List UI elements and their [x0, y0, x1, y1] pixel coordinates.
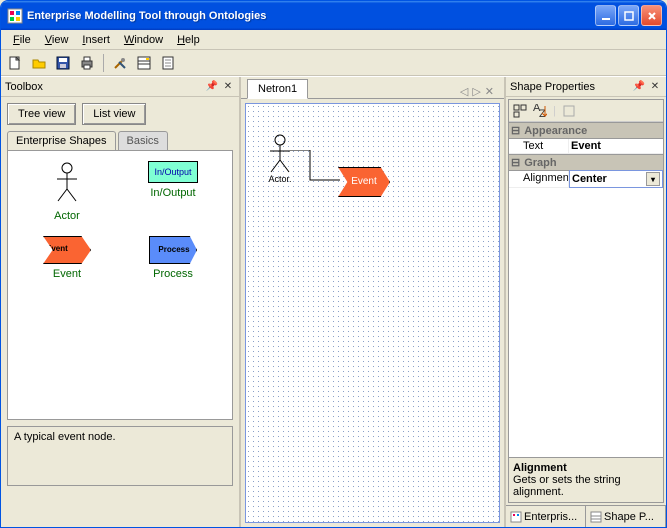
close-button[interactable] [641, 5, 662, 26]
pin-icon[interactable]: 📌 [205, 80, 219, 94]
bottom-tab-shape-label: Shape P... [604, 511, 654, 523]
dropdown-icon[interactable]: ▾ [646, 172, 660, 186]
document-tabs: Netron1 ◁ ▷ ✕ [241, 77, 504, 99]
alphabetical-icon[interactable]: AZ [533, 104, 547, 118]
tree-view-button[interactable]: Tree view [7, 103, 76, 125]
io-icon: In/Output [148, 161, 198, 183]
menu-bar: File View Insert Window Help [1, 30, 666, 50]
title-bar: Enterprise Modelling Tool through Ontolo… [1, 1, 666, 30]
menu-view[interactable]: View [39, 32, 75, 48]
menu-help[interactable]: Help [171, 32, 206, 48]
properties-header: Shape Properties 📌 ✕ [506, 77, 666, 97]
main-toolbar [1, 50, 666, 76]
palette-label-event: Event [18, 268, 116, 280]
property-grid: AZ | ⊟ Appearance Text Event ⊟ Graph [508, 99, 664, 503]
collapse-icon: ⊟ [511, 124, 520, 137]
property-toolbar: AZ | [509, 100, 663, 122]
category-graph[interactable]: ⊟ Graph [509, 154, 663, 171]
toolbox-tabs: Enterprise Shapes Basics [1, 131, 239, 150]
properties-icon[interactable] [134, 53, 154, 73]
close-panel-icon[interactable]: ✕ [648, 80, 662, 94]
property-pages-icon[interactable] [562, 104, 576, 118]
tab-nav-left-icon[interactable]: ◁ [460, 85, 468, 98]
prop-key-text: Text [509, 139, 569, 153]
palette-item-event[interactable]: Event Event [18, 236, 116, 280]
canvas-event-node[interactable]: Event [338, 167, 390, 197]
new-file-icon[interactable] [5, 53, 25, 73]
diagram-canvas[interactable]: Actor. Event [245, 103, 500, 523]
property-grid-empty [509, 188, 663, 457]
properties-title: Shape Properties [510, 81, 630, 93]
minimize-button[interactable] [595, 5, 616, 26]
event-icon: Event [43, 236, 91, 264]
property-desc-body: Gets or sets the string alignment. [513, 474, 659, 498]
tools-icon[interactable] [110, 53, 130, 73]
window-title: Enterprise Modelling Tool through Ontolo… [27, 10, 595, 22]
collapse-icon: ⊟ [511, 156, 520, 169]
toolbox-title: Toolbox [5, 81, 203, 93]
process-icon: Process [149, 236, 197, 264]
properties-panel: Shape Properties 📌 ✕ AZ | ⊟ Appearance T… [506, 77, 666, 527]
tab-close-icon[interactable]: ✕ [485, 85, 494, 98]
tab-nav-right-icon[interactable]: ▷ [472, 85, 480, 98]
toolbox-header: Toolbox 📌 ✕ [1, 77, 239, 97]
print-icon[interactable] [77, 53, 97, 73]
property-desc-title: Alignment [513, 462, 659, 474]
maximize-button[interactable] [618, 5, 639, 26]
palette-item-io[interactable]: In/Output In/Output [124, 161, 222, 199]
palette-label-actor: Actor [18, 210, 116, 222]
tab-basics[interactable]: Basics [118, 131, 168, 150]
right-bottom-tabs: Enterpris... Shape P... [506, 505, 666, 527]
app-icon [7, 8, 23, 24]
canvas-event-shape: Event [338, 167, 390, 197]
prop-val-text[interactable]: Event [569, 139, 663, 153]
tab-icon [590, 511, 602, 523]
prop-key-alignment: Alignment [509, 171, 569, 187]
open-file-icon[interactable] [29, 53, 49, 73]
category-appearance[interactable]: ⊟ Appearance [509, 122, 663, 139]
bottom-tab-enterprise-label: Enterpris... [524, 511, 577, 523]
palette-item-actor[interactable]: Actor [18, 161, 116, 222]
prop-row-text[interactable]: Text Event [509, 139, 663, 154]
bottom-tab-shape-properties[interactable]: Shape P... [586, 506, 666, 527]
doc-tab-netron1[interactable]: Netron1 [247, 79, 308, 99]
prop-val-alignment-text: Center [572, 173, 607, 185]
toolbox-panel: Toolbox 📌 ✕ Tree view List view Enterpri… [1, 77, 241, 527]
prop-row-alignment[interactable]: Alignment Center ▾ [509, 171, 663, 188]
palette-label-io: In/Output [124, 187, 222, 199]
menu-window[interactable]: Window [118, 32, 169, 48]
menu-file[interactable]: File [7, 32, 37, 48]
document-icon[interactable] [158, 53, 178, 73]
content-area: Toolbox 📌 ✕ Tree view List view Enterpri… [1, 76, 666, 527]
palette-item-process[interactable]: Process Process [124, 236, 222, 280]
categorized-icon[interactable] [513, 104, 527, 118]
tab-enterprise-shapes[interactable]: Enterprise Shapes [7, 131, 116, 150]
toolbox-hint: A typical event node. [7, 426, 233, 486]
list-view-button[interactable]: List view [82, 103, 146, 125]
toolbar-separator [103, 54, 104, 72]
palette-label-process: Process [124, 268, 222, 280]
shape-palette: Actor In/Output In/Output Event Event Pr… [7, 150, 233, 420]
tab-icon [510, 511, 522, 523]
app-window: Enterprise Modelling Tool through Ontolo… [0, 0, 667, 528]
canvas-panel: Netron1 ◁ ▷ ✕ Actor. Event [241, 77, 506, 527]
save-icon[interactable] [53, 53, 73, 73]
category-appearance-label: Appearance [524, 125, 587, 137]
prop-val-alignment[interactable]: Center ▾ [569, 170, 663, 188]
actor-icon [52, 161, 82, 203]
menu-insert[interactable]: Insert [76, 32, 116, 48]
bottom-tab-enterprise[interactable]: Enterpris... [506, 506, 586, 527]
close-panel-icon[interactable]: ✕ [221, 80, 235, 94]
property-description: Alignment Gets or sets the string alignm… [509, 457, 663, 502]
category-graph-label: Graph [524, 157, 556, 169]
pin-icon[interactable]: 📌 [632, 80, 646, 94]
